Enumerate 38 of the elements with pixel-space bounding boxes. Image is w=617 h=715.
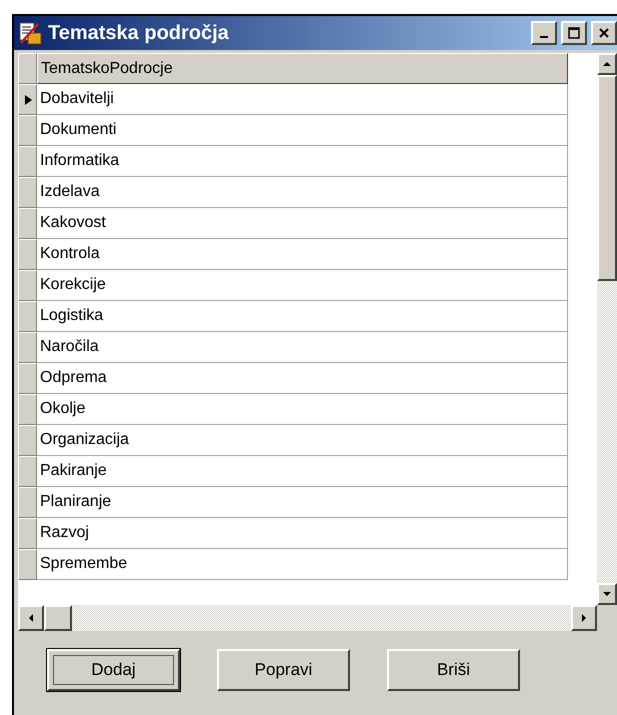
table-cell[interactable]: Kakovost: [37, 208, 568, 239]
column-header[interactable]: TematskoPodrocje: [37, 53, 568, 84]
table-cell[interactable]: Korekcije: [37, 270, 568, 301]
table-cell[interactable]: Izdelava: [37, 177, 568, 208]
action-button[interactable]: Dodaj: [47, 649, 180, 691]
table-cell[interactable]: Okolje: [37, 394, 568, 425]
table-cell[interactable]: Organizacija: [37, 425, 568, 456]
scroll-right-icon: [579, 613, 589, 623]
table-cell[interactable]: Odprema: [37, 363, 568, 394]
table-cell[interactable]: Razvoj: [37, 518, 568, 549]
minimize-icon: [540, 36, 548, 38]
horizontal-scrollbar[interactable]: [18, 605, 597, 631]
row-selector[interactable]: [18, 84, 37, 115]
table-cell[interactable]: Logistika: [37, 301, 568, 332]
action-button[interactable]: Briši: [387, 649, 520, 691]
vertical-scrollbar[interactable]: [597, 53, 617, 605]
row-pointer-icon: [22, 94, 32, 104]
header-corner: [18, 53, 37, 84]
close-button[interactable]: [591, 21, 617, 45]
table-cell[interactable]: Informatika: [37, 146, 568, 177]
table-cell[interactable]: Dobavitelji: [37, 84, 568, 115]
maximize-icon: [568, 27, 580, 39]
scroll-thumb[interactable]: [597, 75, 617, 281]
window-title: Tematska področja: [48, 22, 230, 44]
table-cell[interactable]: Spremembe: [37, 549, 568, 580]
app-icon: [18, 20, 44, 46]
maximize-button[interactable]: [561, 21, 587, 45]
table-cell[interactable]: Dokumenti: [37, 115, 568, 146]
table-cell[interactable]: Kontrola: [37, 239, 568, 270]
table-cell[interactable]: Planiranje: [37, 487, 568, 518]
scroll-down-icon: [602, 589, 612, 599]
minimize-button[interactable]: [531, 21, 557, 45]
table-cell[interactable]: Naročila: [37, 332, 568, 363]
scroll-up-icon: [602, 59, 612, 69]
close-icon: [598, 27, 610, 39]
table-cell[interactable]: Pakiranje: [37, 456, 568, 487]
action-button[interactable]: Popravi: [217, 649, 350, 691]
scroll-thumb[interactable]: [44, 605, 72, 631]
